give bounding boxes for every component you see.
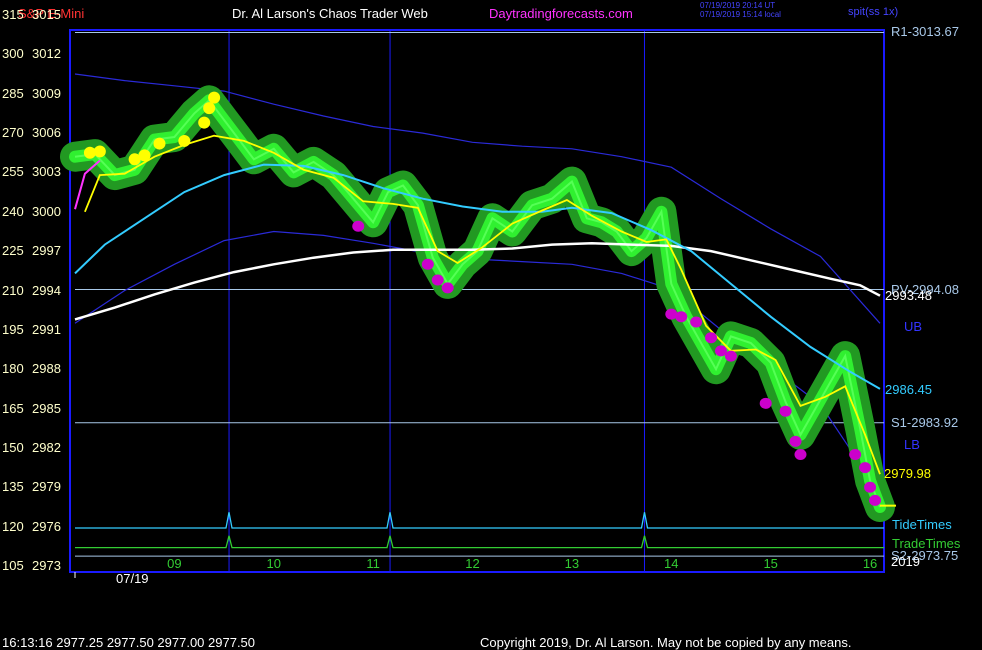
yellow-dot: [93, 145, 106, 158]
signal-dots: [83, 91, 882, 506]
band-lines: [74, 73, 881, 495]
x-tick-label: 13: [565, 556, 579, 571]
magenta-dot: [352, 220, 365, 232]
yellow-dot: [203, 102, 216, 115]
x-tick-label: 10: [267, 556, 281, 571]
y-price-label: 2973: [32, 558, 61, 573]
y-index-label: 300: [2, 46, 24, 62]
page-title: Dr. Al Larson's Chaos Trader Web: [232, 6, 428, 21]
price-halo-path: [60, 85, 895, 522]
line-end-label: 2993.48: [885, 287, 932, 303]
timestamp-local: 07/19/2019 15:14 local: [700, 10, 781, 19]
y-price-label: 3012: [32, 46, 61, 62]
magenta-dot: [849, 448, 862, 460]
y-price-label: 3009: [32, 85, 61, 101]
magenta-dot: [779, 405, 792, 417]
y-price-label: 2988: [32, 361, 61, 377]
yellow-dot: [208, 91, 221, 104]
magenta-dot: [869, 494, 882, 506]
y-index-label: 105: [2, 558, 24, 573]
price-line: [74, 98, 881, 508]
y-index-label: 195: [2, 321, 24, 337]
x-tick-label: 16: [863, 556, 877, 571]
line-end-label: 2986.45: [885, 381, 932, 397]
y-price-label: 2982: [32, 439, 61, 455]
tide-times-line: [75, 512, 884, 529]
line-end-label: 2979.98: [884, 466, 931, 482]
y-index-label: 210: [2, 282, 24, 298]
y-index-label: 315: [2, 7, 24, 22]
band-label: LB: [904, 437, 920, 453]
timestamp-utc: 07/19/2019 20:14 UT: [700, 1, 776, 10]
magenta-dot: [759, 397, 772, 409]
y-price-label: 2985: [32, 400, 61, 416]
magenta-dot: [705, 332, 718, 344]
magenta-dot: [421, 258, 434, 270]
magenta-dot: [724, 350, 737, 362]
y-price-label: 3015: [32, 7, 61, 22]
y-index-label: 255: [2, 164, 24, 180]
x-tick-label: 15: [763, 556, 777, 571]
price-range-path: [69, 94, 886, 513]
magenta-dot: [431, 274, 444, 286]
y-index-label: 120: [2, 518, 24, 534]
price-halo: [60, 85, 895, 522]
magenta-dot: [441, 282, 454, 294]
yellow-dot: [178, 134, 191, 147]
x-tick-label: 11: [366, 556, 380, 571]
y-price-label: 2994: [32, 282, 61, 298]
y-price-label: 3006: [32, 125, 61, 141]
time-markers: [228, 30, 645, 572]
version-label: spit(ss 1x): [848, 6, 899, 18]
yellow-dot: [138, 149, 151, 162]
tide-times-label: TideTimes: [892, 517, 952, 532]
trade-times-line: [75, 535, 884, 549]
magenta-dot: [690, 316, 703, 328]
trade-times-path: [75, 535, 884, 549]
x-tick-label: 14: [664, 556, 678, 571]
y-index-label: 165: [2, 400, 24, 416]
x-tick-label: 09: [167, 556, 181, 571]
copyright: Copyright 2019, Dr. Al Larson. May not b…: [480, 635, 852, 650]
year-label: 2019: [891, 554, 920, 569]
moving-averages: [74, 134, 896, 507]
magenta-dot: [789, 435, 802, 447]
y-index-label: 150: [2, 439, 24, 455]
price-series: [69, 94, 886, 513]
y-price-label: 2991: [32, 321, 61, 337]
y-price-label: 2976: [32, 518, 61, 534]
y-index-label: 180: [2, 361, 24, 377]
y-price-label: 3000: [32, 203, 61, 219]
y-index-label: 270: [2, 125, 24, 141]
magenta-dot: [675, 311, 688, 323]
level-label: R1-3013.67: [891, 24, 959, 40]
x-date-label: 07/19: [116, 571, 149, 586]
site-link[interactable]: Daytradingforecasts.com: [489, 7, 633, 21]
y-price-label: 2997: [32, 243, 61, 259]
tide-times-path: [75, 512, 884, 529]
y-price-label: 2979: [32, 479, 61, 495]
quote-readout: 16:13:16 2977.25 2977.50 2977.00 2977.50: [2, 635, 256, 650]
y-price-label: 3003: [32, 164, 61, 180]
magenta-dot: [794, 448, 807, 460]
y-index-label: 225: [2, 243, 24, 259]
magenta-dot: [864, 481, 877, 493]
chart-canvas: 09 10 11 12 13 14 15 16 07/19: [60, 29, 896, 586]
fast-average-line: [84, 134, 881, 475]
magenta-dot: [859, 462, 872, 474]
y-index-label: 240: [2, 203, 24, 219]
level-label: S1-2983.92: [891, 414, 959, 430]
yellow-dot: [153, 137, 166, 150]
y-index-label: 285: [2, 85, 24, 101]
y-index-label: 135: [2, 479, 24, 495]
x-tick-label: 12: [465, 556, 479, 571]
trade-times-label: TradeTimes: [892, 535, 961, 551]
band-label: UB: [904, 319, 923, 335]
yellow-dot: [198, 116, 211, 129]
